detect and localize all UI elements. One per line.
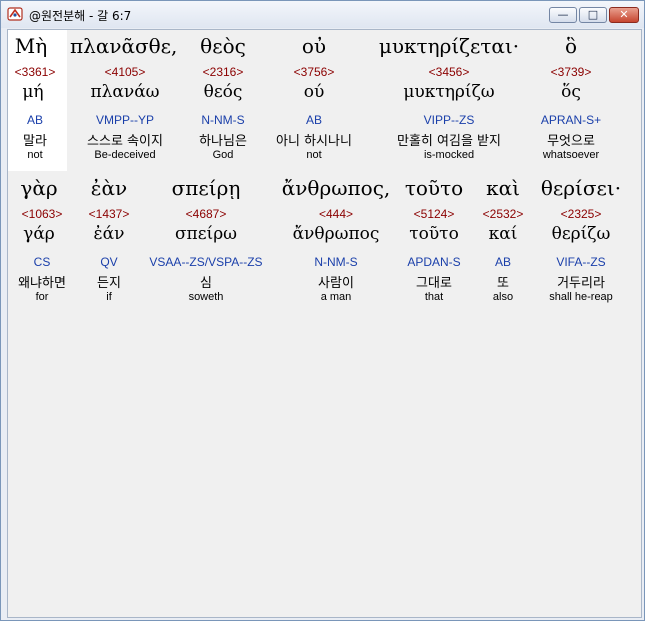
close-button[interactable]: ✕: [609, 7, 639, 23]
strong-number[interactable]: <4687>: [142, 207, 270, 221]
greek-word[interactable]: καὶ: [476, 176, 530, 200]
korean-gloss: 하나님은: [199, 134, 247, 149]
english-gloss: shall he-reap: [549, 291, 613, 303]
close-icon: ✕: [619, 8, 629, 21]
korean-gloss: 스스로 속이지: [87, 134, 163, 149]
greek-word[interactable]: ἐὰν: [80, 176, 138, 200]
lemma: ού: [303, 82, 325, 102]
lemma: τοῦτο: [409, 224, 459, 244]
strong-number[interactable]: <2532>: [476, 207, 530, 221]
korean-gloss: 말라: [23, 134, 47, 149]
strong-number[interactable]: <2316>: [185, 65, 261, 79]
window-title: @원전분해 - 갈 6:7: [29, 9, 132, 23]
korean-gloss: 심: [200, 276, 212, 291]
lemma: γάρ: [23, 224, 55, 244]
morph-code[interactable]: AB: [476, 255, 530, 269]
korean-gloss: 그대로: [416, 276, 452, 291]
morph-code[interactable]: N-NM-S: [185, 113, 261, 127]
korean-gloss: 아니 하시나니: [276, 134, 352, 149]
minimize-button[interactable]: —: [549, 7, 577, 23]
korean-gloss: 든지: [97, 276, 121, 291]
english-gloss: Be-deceived: [94, 149, 156, 161]
morph-code[interactable]: APDAN-S: [400, 255, 468, 269]
greek-word[interactable]: ὃ: [530, 34, 612, 58]
english-gloss: soweth: [188, 291, 224, 303]
greek-word[interactable]: σπείρῃ: [142, 176, 270, 200]
greek-word[interactable]: θερίσει·: [532, 176, 630, 200]
lemma: θερίζω: [551, 224, 611, 244]
english-gloss: a man: [320, 291, 352, 303]
morph-code[interactable]: APRAN-S+: [530, 113, 612, 127]
strong-number[interactable]: <3456>: [370, 65, 528, 79]
english-gloss: that: [424, 291, 444, 303]
interlinear-panel: Μὴ <3361> μή AB 말라 not πλανᾶσθε, <4105> …: [7, 29, 642, 618]
lemma: σπείρω: [174, 224, 238, 244]
lemma: ἄνθρωπος: [292, 224, 380, 244]
english-gloss: not: [27, 149, 43, 161]
lemma: μή: [22, 82, 44, 102]
strong-number[interactable]: <1063>: [8, 207, 76, 221]
english-gloss: God: [212, 149, 234, 161]
lemma: πλανάω: [90, 82, 160, 102]
strong-number[interactable]: <1437>: [80, 207, 138, 221]
strong-number[interactable]: <3361>: [8, 65, 62, 79]
greek-word[interactable]: οὐ: [264, 34, 364, 58]
morph-code[interactable]: CS: [8, 255, 76, 269]
korean-gloss: 또: [497, 276, 509, 291]
lemma: μυκτηρίζω: [403, 82, 495, 102]
app-logo-icon: [7, 7, 23, 21]
strong-number[interactable]: <5124>: [400, 207, 468, 221]
korean-gloss: 무엇으로: [547, 134, 595, 149]
greek-word[interactable]: πλανᾶσθε,: [70, 34, 177, 58]
english-gloss: is-mocked: [423, 149, 475, 161]
greek-word[interactable]: γὰρ: [8, 176, 70, 200]
minimize-icon: —: [557, 8, 569, 21]
greek-word[interactable]: μυκτηρίζεται·: [370, 34, 528, 58]
korean-gloss: 거두리라: [557, 276, 605, 291]
strong-number[interactable]: <2325>: [532, 207, 630, 221]
morph-code[interactable]: VIPP--ZS: [370, 113, 528, 127]
greek-word[interactable]: θεὸς: [185, 34, 261, 58]
english-gloss: for: [35, 291, 49, 303]
strong-number[interactable]: <4105>: [70, 65, 180, 79]
greek-word[interactable]: Μὴ: [8, 34, 54, 58]
morph-code[interactable]: N-NM-S: [272, 255, 400, 269]
morph-code[interactable]: VSAA--ZS/VSPA--ZS: [142, 255, 270, 269]
greek-word[interactable]: ἄνθρωπος,: [272, 176, 400, 200]
strong-number[interactable]: <3739>: [530, 65, 612, 79]
korean-gloss: 왜냐하면: [18, 276, 66, 291]
title-bar[interactable]: @원전분해 - 갈 6:7 — □ ✕: [1, 1, 644, 28]
english-gloss: whatsoever: [542, 149, 600, 161]
maximize-button[interactable]: □: [579, 7, 607, 23]
lemma: καί: [488, 224, 518, 244]
greek-word[interactable]: τοῦτο: [400, 176, 468, 200]
morph-code[interactable]: AB: [264, 113, 364, 127]
morph-code[interactable]: AB: [8, 113, 62, 127]
english-gloss: not: [306, 149, 322, 161]
lemma: θεός: [203, 82, 243, 102]
morph-code[interactable]: VMPP--YP: [70, 113, 180, 127]
morph-code[interactable]: QV: [80, 255, 138, 269]
lemma: ἐάν: [93, 224, 125, 244]
korean-gloss: 만홀히 여김을 받지: [397, 134, 501, 149]
app-window: @원전분해 - 갈 6:7 — □ ✕ Μὴ <3361> μή AB 말라 n…: [0, 0, 645, 621]
lemma: ὅς: [561, 82, 581, 102]
morph-code[interactable]: VIFA--ZS: [532, 255, 630, 269]
strong-number[interactable]: <444>: [272, 207, 400, 221]
english-gloss: if: [106, 291, 112, 303]
strong-number[interactable]: <3756>: [264, 65, 364, 79]
maximize-icon: □: [587, 8, 599, 21]
english-gloss: also: [492, 291, 514, 303]
korean-gloss: 사람이: [318, 276, 354, 291]
